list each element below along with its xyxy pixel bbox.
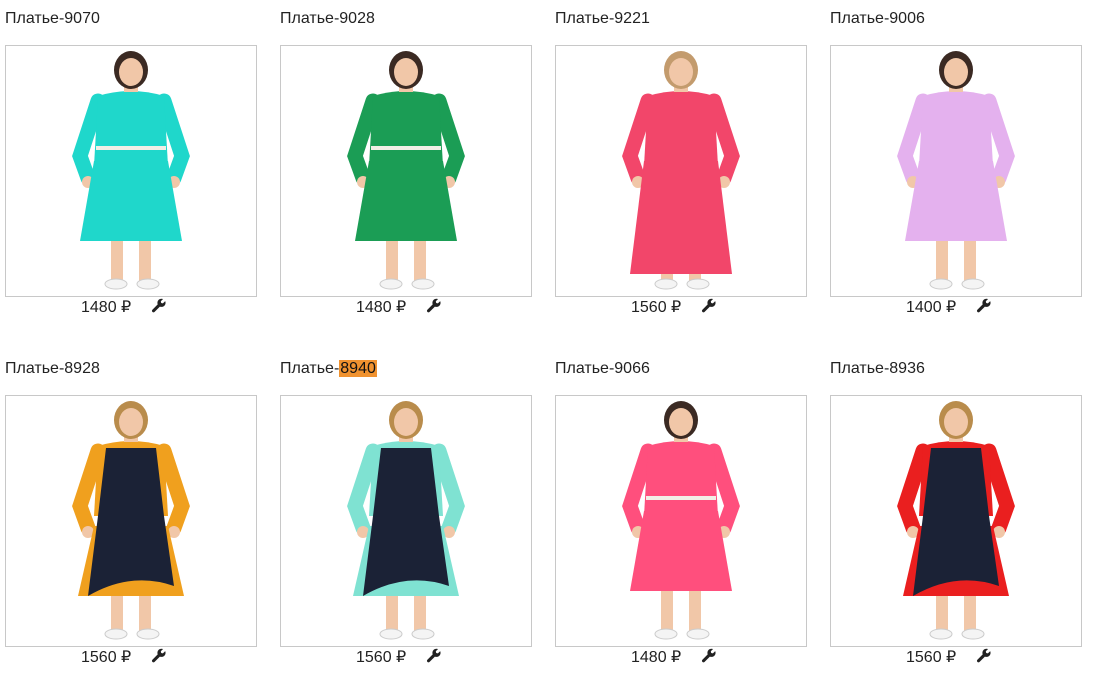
model-photo (347, 51, 465, 290)
product-price: 1560 ₽ (81, 649, 132, 666)
product-price: 1560 ₽ (631, 299, 682, 316)
product-image[interactable] (830, 45, 1082, 297)
product-title[interactable]: Платье-8936 (830, 359, 925, 379)
product-title[interactable]: Платье-9070 (5, 9, 100, 29)
wrench-icon[interactable] (151, 298, 167, 314)
product-price: 1560 ₽ (356, 649, 407, 666)
search-highlight: 8940 (339, 360, 377, 377)
wrench-icon[interactable] (701, 648, 717, 664)
model-photo (622, 401, 740, 640)
product-image[interactable] (5, 395, 257, 647)
product-grid: Платье-9070 1480 ₽ Платье-9028 1480 ₽ Пл… (0, 0, 1106, 686)
model-photo (347, 401, 465, 640)
model-photo (72, 401, 190, 640)
product-title[interactable]: Платье-9221 (555, 9, 650, 29)
product-price: 1480 ₽ (81, 299, 132, 316)
product-title[interactable]: Платье-8940 (280, 359, 377, 379)
product-title[interactable]: Платье-9006 (830, 9, 925, 29)
model-photo (897, 401, 1015, 640)
product-price: 1480 ₽ (631, 649, 682, 666)
wrench-icon[interactable] (701, 298, 717, 314)
product-price: 1400 ₽ (906, 299, 957, 316)
wrench-icon[interactable] (151, 648, 167, 664)
wrench-icon[interactable] (426, 298, 442, 314)
product-price: 1480 ₽ (356, 299, 407, 316)
product-price: 1560 ₽ (906, 649, 957, 666)
title-prefix: Платье- (280, 360, 340, 377)
product-title[interactable]: Платье-8928 (5, 359, 100, 379)
product-image[interactable] (5, 45, 257, 297)
product-title[interactable]: Платье-9066 (555, 359, 650, 379)
wrench-icon[interactable] (426, 648, 442, 664)
model-photo (72, 51, 190, 290)
product-image[interactable] (555, 395, 807, 647)
wrench-icon[interactable] (976, 298, 992, 314)
wrench-icon[interactable] (976, 648, 992, 664)
product-image[interactable] (280, 45, 532, 297)
product-image[interactable] (830, 395, 1082, 647)
product-image[interactable] (280, 395, 532, 647)
model-photo (897, 51, 1015, 290)
product-title[interactable]: Платье-9028 (280, 9, 375, 29)
product-image[interactable] (555, 45, 807, 297)
model-photo (622, 51, 740, 290)
